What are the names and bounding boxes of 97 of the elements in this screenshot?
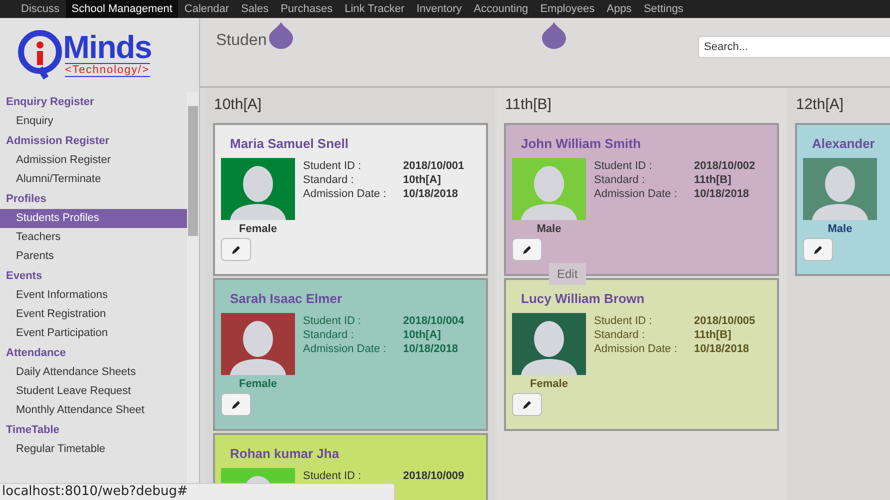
- gender-label: Female: [530, 376, 568, 392]
- sidebar-section-title: Enquiry Register: [5, 95, 96, 110]
- field-label: Admission Date :: [303, 342, 388, 356]
- pencil-icon: [522, 244, 532, 254]
- sidebar-section-title: TimeTable: [5, 423, 60, 438]
- pencil-icon: [813, 244, 823, 254]
- column-title: 11th[B]: [504, 95, 552, 116]
- edit-tooltip: Edit: [549, 263, 586, 285]
- sidebar-item[interactable]: Event Registration: [0, 305, 187, 324]
- column-title: 12th[A]: [795, 95, 844, 116]
- field-value: 10/18/2018: [694, 186, 750, 200]
- avatar-silhouette-icon: [228, 318, 288, 374]
- top-menu-item[interactable]: School Management: [66, 0, 178, 18]
- gender-label: Female: [239, 376, 277, 392]
- sidebar-item[interactable]: Student Leave Request: [0, 382, 187, 401]
- sidebar-item[interactable]: Alumni/Terminate: [0, 170, 187, 189]
- field-value: 10/18/2018: [403, 186, 458, 200]
- logo-wordmark: Minds: [63, 31, 152, 63]
- sidebar-item[interactable]: Regular Timetable: [0, 440, 187, 459]
- student-card[interactable]: Sarah Isaac Elmer Female Student ID : 2018/10/004 Standard : 10th[A] Admission Date : 10/18/2018: [213, 278, 488, 431]
- drop-icon: [541, 22, 567, 49]
- field-label: Standard :: [594, 172, 646, 186]
- sidebar-item[interactable]: Teachers: [0, 228, 187, 247]
- search-field[interactable]: Search...: [698, 36, 890, 58]
- field-value: 2018/10/005: [694, 314, 756, 328]
- field-label: Student ID :: [303, 158, 362, 172]
- field-label: Student ID :: [594, 314, 654, 328]
- sidebar-item[interactable]: Students Profiles: [0, 209, 187, 228]
- student-card[interactable]: Alexander Male: [795, 123, 890, 276]
- top-menu-item[interactable]: Link Tracker: [338, 0, 410, 18]
- field-value: 2018/10/004: [403, 314, 464, 328]
- student-name: John William Smith: [520, 135, 642, 153]
- gender-label: Male: [536, 222, 562, 236]
- sidebar-item[interactable]: Monthly Attendance Sheet: [0, 401, 187, 420]
- top-menu-item[interactable]: Apps: [600, 0, 638, 18]
- top-menu-item[interactable]: Accounting: [468, 0, 534, 18]
- column-title: 10th[A]: [213, 95, 262, 116]
- drop-icon: [268, 22, 294, 49]
- field-label: Student ID :: [303, 314, 362, 328]
- sidebar-section-title: Profiles: [5, 192, 48, 207]
- avatar-silhouette-icon: [810, 164, 870, 220]
- url-status-tooltip: localhost:8010/web?debug#: [0, 483, 395, 500]
- avatar-silhouette-icon: [228, 164, 288, 220]
- student-name: Rohan kumar Jha: [229, 445, 340, 463]
- student-name: Sarah Isaac Elmer: [229, 290, 344, 308]
- top-menu-item[interactable]: Inventory: [410, 0, 468, 18]
- edit-button[interactable]: [512, 393, 542, 416]
- gender-label: Female: [239, 222, 277, 236]
- field-label: Admission Date :: [594, 186, 678, 200]
- field-value: 10th[A]: [403, 328, 441, 342]
- logo-tagline: <Technology/>: [64, 63, 150, 77]
- sidebar-item[interactable]: Parents: [0, 247, 187, 266]
- student-card[interactable]: Lucy William Brown Female Student ID : 2018/10/005 Standard : 11th[B] Admission Date : 10/18/2018: [504, 278, 779, 431]
- avatar-silhouette-icon: [519, 318, 579, 374]
- field-value: 11th[B]: [694, 328, 732, 342]
- edit-button[interactable]: [221, 238, 251, 261]
- student-name: Maria Samuel Snell: [229, 135, 350, 153]
- top-menu-item[interactable]: Purchases: [274, 0, 339, 18]
- avatar-silhouette-icon: [519, 164, 579, 220]
- top-menu-item[interactable]: Discuss: [15, 0, 66, 18]
- field-label: Student ID :: [594, 158, 654, 172]
- top-menu-item[interactable]: Settings: [638, 0, 690, 18]
- field-label: Standard :: [303, 172, 355, 186]
- field-label: Student ID :: [303, 468, 362, 482]
- student-card[interactable]: Maria Samuel Snell Female Student ID : 2018/10/001 Standard : 10th[A] Admission Date : 10/18/2018: [213, 123, 488, 276]
- sidebar-item[interactable]: Enquiry: [0, 112, 187, 131]
- sidebar-item[interactable]: Daily Attendance Sheets: [0, 363, 187, 382]
- pencil-icon: [231, 244, 241, 254]
- pencil-icon: [231, 400, 241, 410]
- student-name: Lucy William Brown: [520, 290, 646, 308]
- student-name: Alexander: [811, 135, 876, 153]
- field-label: Admission Date :: [594, 342, 678, 356]
- sidebar-section-title: Events: [5, 269, 44, 284]
- top-menu-item[interactable]: Calendar: [178, 0, 236, 18]
- field-value: 10/18/2018: [403, 342, 458, 356]
- edit-button[interactable]: [221, 393, 251, 416]
- sidebar-item[interactable]: Event Participation: [0, 324, 187, 343]
- field-label: Standard :: [594, 328, 646, 342]
- field-value: 2018/10/002: [694, 158, 756, 172]
- pencil-icon: [522, 400, 532, 410]
- page-title: Studen: [216, 31, 267, 51]
- sidebar-item[interactable]: Admission Register: [0, 151, 187, 170]
- top-menu-item[interactable]: Sales: [235, 0, 275, 18]
- gender-label: Male: [828, 222, 852, 236]
- field-label: Standard :: [303, 328, 355, 342]
- edit-button[interactable]: [803, 238, 833, 261]
- edit-button[interactable]: [512, 238, 542, 261]
- field-value: 2018/10/001: [403, 158, 464, 172]
- top-menu-item[interactable]: Employees: [534, 0, 601, 18]
- sidebar-section-title: Attendance: [5, 346, 67, 361]
- field-value: 10th[A]: [403, 172, 441, 186]
- field-label: Admission Date :: [303, 186, 388, 200]
- field-value: 10/18/2018: [694, 342, 750, 356]
- field-value: 11th[B]: [694, 172, 732, 186]
- sidebar-section-title: Admission Register: [5, 134, 110, 149]
- field-value: 2018/10/009: [403, 468, 464, 482]
- sidebar-item[interactable]: Event Informations: [0, 286, 187, 305]
